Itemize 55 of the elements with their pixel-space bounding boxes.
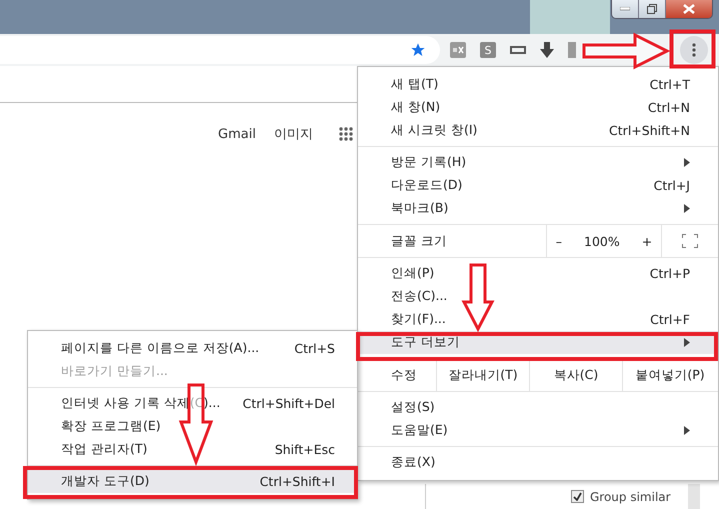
zoom-value: 100% [584,234,620,248]
menu-item[interactable]: 개발자 도구(D) Ctrl+Shift+I [28,470,357,493]
edit-label: 수정 [390,366,418,384]
font-size-label: 글꼴 크기 [390,232,448,250]
more-icon [692,43,696,57]
menu-item[interactable]: 새 시크릿 창(I) Ctrl+Shift+N [358,119,718,142]
menu-item[interactable]: 북마크(B) [358,197,718,220]
shortcut-text: Ctrl+S [294,341,335,356]
menu-item[interactable]: 작업 관리자(T) Shift+Esc [28,438,357,461]
menu-item[interactable]: 페이지를 다른 이름으로 저장(A)... Ctrl+S [28,337,357,360]
menu-button[interactable] [680,36,708,64]
checkbox[interactable] [571,490,584,503]
download-icon[interactable] [540,42,554,58]
shortcut-text: Ctrl+P [650,266,690,281]
highlight-frame [670,30,716,68]
header-link[interactable]: 이미지 [274,125,313,143]
down-arrow-drawing [462,264,494,332]
menu-item[interactable]: 새 창(N) Ctrl+N [358,96,718,119]
shortcut-text: Ctrl+F [650,312,690,327]
menu-item[interactable]: 새 탭(T) Ctrl+T [358,73,718,96]
close-button[interactable] [665,0,712,18]
extension-icon[interactable]: S [480,42,496,58]
shortcut-text: Ctrl+J [654,178,690,193]
shortcut-text: Ctrl+T [650,77,690,92]
zoom-in-button[interactable]: + [642,234,652,248]
shortcut-text: Ctrl+N [648,100,690,115]
menu-item[interactable]: 설정(S) [358,396,718,419]
zoom-out-button[interactable]: – [556,234,562,248]
menu-item[interactable]: 종료(X) [358,451,718,474]
checkbox-label: Group similar [590,490,671,504]
minimize-icon [620,7,630,11]
extension-icon[interactable] [510,46,526,54]
close-icon [683,4,695,14]
restore-icon [647,4,657,14]
star-icon[interactable] [410,42,426,58]
menu-item[interactable]: 방문 기록(H) [358,151,718,174]
menu-item[interactable]: 확장 프로그램(E) [28,415,357,438]
header-link[interactable]: Gmail [218,126,256,142]
fullscreen-icon[interactable] [682,234,698,248]
shortcut-text: Ctrl+Shift+I [260,474,335,489]
edit-button[interactable]: 붙여넣기(P) [635,366,705,384]
menu-item[interactable]: 전송(C)... [358,285,718,308]
shortcut-text: Ctrl+Shift+Del [242,396,335,411]
extension-icon[interactable] [450,42,466,58]
shortcut-text: Shift+Esc [274,442,335,457]
edit-button[interactable]: 복사(C) [554,366,598,384]
restore-button[interactable] [638,0,665,18]
menu-item[interactable]: 찾기(F)... Ctrl+F [358,308,718,331]
menu-item[interactable]: 도움말(E) [358,419,718,442]
edit-button[interactable]: 잘라내기(T) [448,366,518,384]
scrollbar[interactable] [688,484,700,509]
shortcut-text: Ctrl+Shift+N [609,123,690,138]
menu-item[interactable]: 인쇄(P) Ctrl+P [358,262,718,285]
apps-grid-icon[interactable] [338,127,353,141]
menu-item[interactable]: 다운로드(D) Ctrl+J [358,174,718,197]
